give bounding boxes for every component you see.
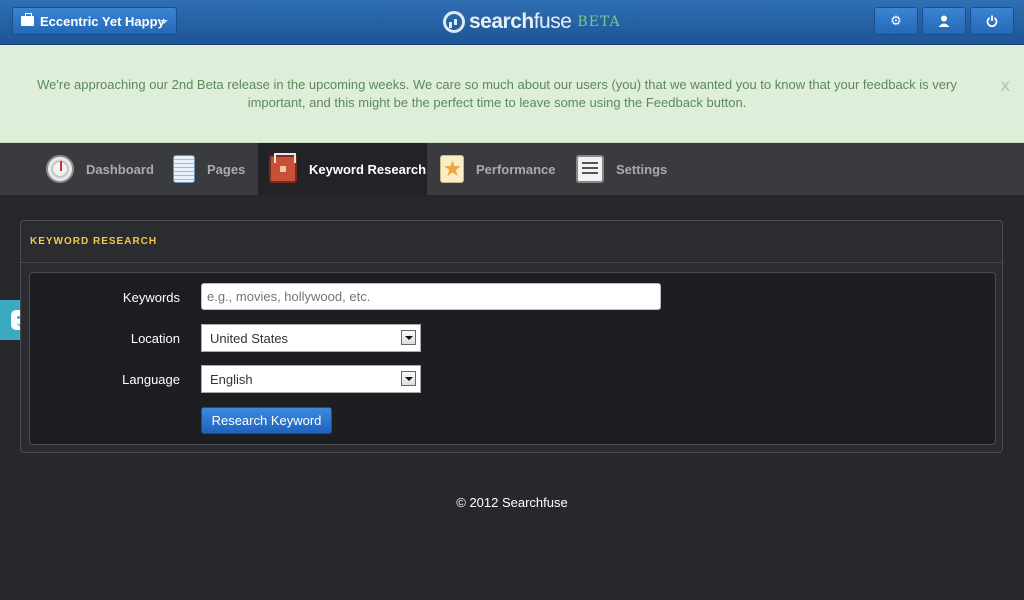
keywords-input[interactable] bbox=[201, 283, 661, 310]
location-value: United States bbox=[210, 330, 289, 346]
keyword-research-panel: KEYWORD RESEARCH Keywords Location Unite… bbox=[20, 220, 1003, 453]
main-nav: Dashboard Pages Keyword Research Perform… bbox=[0, 143, 1024, 195]
language-label: Language bbox=[122, 372, 180, 387]
gear-icon: ⚙ bbox=[890, 13, 902, 28]
chevron-down-icon bbox=[160, 20, 168, 24]
power-icon bbox=[986, 15, 998, 27]
chevron-down-icon bbox=[401, 371, 416, 386]
user-icon bbox=[938, 15, 950, 27]
tab-label: Performance bbox=[476, 161, 556, 177]
keywords-label: Keywords bbox=[122, 290, 180, 305]
keyword-research-form: Keywords Location United States Language… bbox=[29, 272, 996, 445]
logo[interactable]: searchfuse BETA bbox=[443, 6, 621, 38]
tab-pages[interactable]: Pages bbox=[173, 143, 253, 195]
profile-button[interactable] bbox=[922, 7, 966, 35]
tab-label: Keyword Research bbox=[309, 161, 427, 177]
account-name: Eccentric Yet Happy bbox=[40, 13, 165, 29]
tab-keyword-research[interactable]: Keyword Research bbox=[258, 143, 427, 195]
tab-dashboard[interactable]: Dashboard bbox=[46, 143, 158, 195]
logout-button[interactable] bbox=[970, 7, 1014, 35]
beta-notice: We're approaching our 2nd Beta release i… bbox=[0, 45, 1024, 143]
language-value: English bbox=[210, 371, 253, 387]
research-keyword-button[interactable]: Research Keyword bbox=[201, 407, 332, 434]
close-icon[interactable]: X bbox=[1001, 77, 1010, 95]
logo-text-light: fuse bbox=[533, 10, 572, 33]
location-select[interactable]: United States bbox=[201, 324, 421, 352]
star-icon bbox=[440, 155, 464, 183]
panel-title: KEYWORD RESEARCH bbox=[21, 221, 1002, 263]
logo-icon bbox=[443, 11, 465, 33]
location-label: Location bbox=[130, 331, 180, 346]
pages-icon bbox=[173, 155, 195, 183]
account-dropdown-button[interactable]: Eccentric Yet Happy bbox=[12, 7, 177, 35]
language-select[interactable]: English bbox=[201, 365, 421, 393]
dashboard-icon bbox=[46, 155, 74, 183]
briefcase-icon bbox=[21, 13, 34, 26]
footer-copyright: © 2012 Searchfuse bbox=[456, 495, 568, 510]
beta-label: BETA bbox=[577, 14, 621, 30]
logo-text: searchfuse bbox=[469, 10, 572, 34]
top-bar: Eccentric Yet Happy searchfuse BETA ⚙ bbox=[0, 0, 1024, 45]
tab-label: Dashboard bbox=[86, 161, 154, 177]
toolbox-icon bbox=[269, 153, 297, 183]
tab-label: Pages bbox=[207, 161, 246, 177]
tab-settings[interactable]: Settings bbox=[576, 143, 676, 195]
tab-performance[interactable]: Performance bbox=[440, 143, 565, 195]
chevron-down-icon bbox=[401, 330, 416, 345]
notice-message: We're approaching our 2nd Beta release i… bbox=[37, 77, 957, 110]
tab-label: Settings bbox=[616, 161, 668, 177]
logo-text-bold: search bbox=[469, 10, 534, 33]
sliders-icon bbox=[576, 155, 604, 183]
settings-button[interactable]: ⚙ bbox=[874, 7, 918, 35]
